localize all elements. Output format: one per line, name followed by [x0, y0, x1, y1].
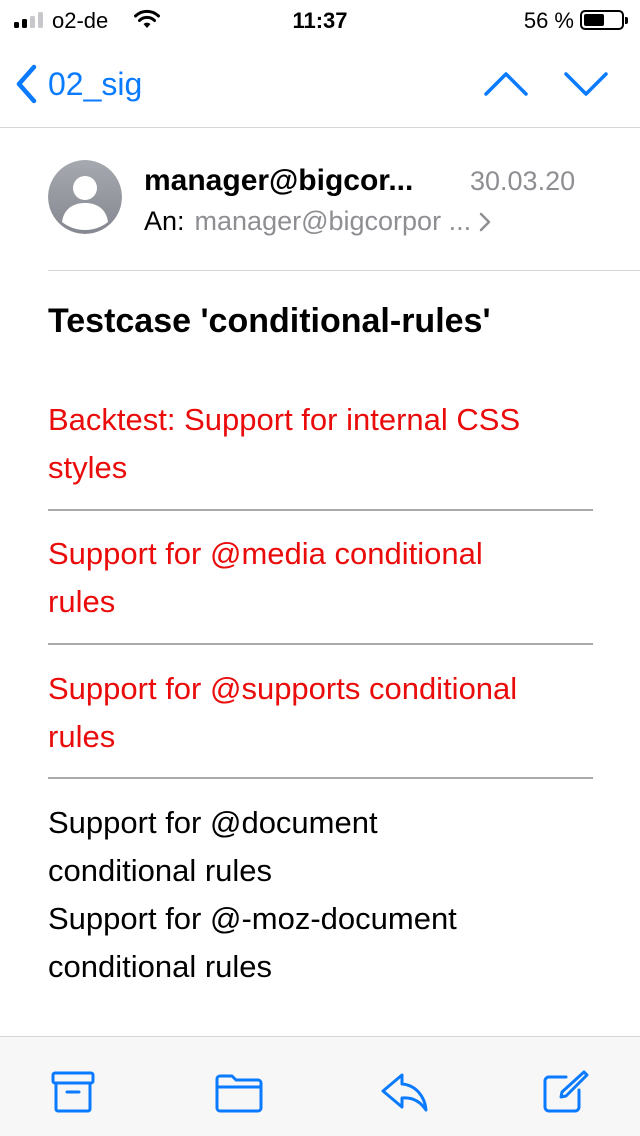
archive-button[interactable]	[48, 1069, 98, 1115]
failing-test-line: Backtest: Support for internal CSS	[48, 402, 521, 437]
reply-button[interactable]	[380, 1069, 430, 1115]
failing-test-line: Support for @supports conditional	[48, 671, 518, 706]
failing-test-line: styles	[48, 450, 128, 485]
chevron-left-icon	[16, 64, 37, 104]
battery-icon	[580, 10, 628, 30]
failing-test-item: Support for @supports conditional rules	[48, 665, 593, 761]
failing-test-line: rules	[48, 719, 116, 754]
mail-message-screen: o2-de 11:37 56 % 02_sig manager@bigcor..…	[0, 0, 640, 1136]
message-subject: Testcase 'conditional-rules'	[48, 302, 491, 340]
failing-test-line: Support for @media conditional	[48, 536, 483, 571]
compose-button[interactable]	[540, 1069, 590, 1115]
section-divider	[48, 509, 593, 511]
compose-icon	[543, 1070, 589, 1113]
navigation-bar: 02_sig	[0, 40, 640, 128]
previous-message-button[interactable]	[482, 62, 530, 106]
passing-test-line: conditional rules	[48, 853, 273, 888]
recipient-label: An:	[144, 206, 185, 236]
recipient-row[interactable]: An: manager@bigcorpor ...	[144, 206, 493, 237]
failing-test-item: Support for @media conditional rules	[48, 530, 593, 626]
bottom-toolbar	[0, 1036, 640, 1136]
move-to-folder-button[interactable]	[214, 1069, 264, 1115]
battery-level-fill	[584, 14, 605, 26]
sender-avatar[interactable]	[48, 160, 122, 234]
next-message-button[interactable]	[562, 62, 610, 106]
passing-test-line: Support for @document	[48, 805, 378, 840]
back-button-label: 02_sig	[48, 65, 143, 102]
message-date: 30.03.20	[470, 166, 576, 196]
archive-icon	[51, 1071, 95, 1113]
chevron-right-icon	[479, 212, 491, 231]
passing-test-line: conditional rules	[48, 949, 273, 984]
sender-name[interactable]: manager@bigcor...	[144, 164, 413, 198]
failing-test-item: Backtest: Support for internal CSS style…	[48, 396, 593, 492]
status-bar: o2-de 11:37 56 %	[0, 0, 640, 40]
folder-icon	[215, 1074, 263, 1113]
recipient-address: manager@bigcorpor ...	[194, 206, 472, 236]
section-divider	[48, 777, 593, 779]
reply-icon	[381, 1073, 428, 1112]
back-button[interactable]: 02_sig	[14, 60, 142, 108]
battery-percentage: 56 %	[523, 8, 574, 33]
passing-tests-block: Support for @document conditional rules …	[48, 799, 593, 991]
section-divider	[48, 643, 593, 645]
header-divider	[48, 270, 640, 271]
passing-test-line: Support for @-moz-document	[48, 901, 457, 936]
failing-test-line: rules	[48, 584, 116, 619]
